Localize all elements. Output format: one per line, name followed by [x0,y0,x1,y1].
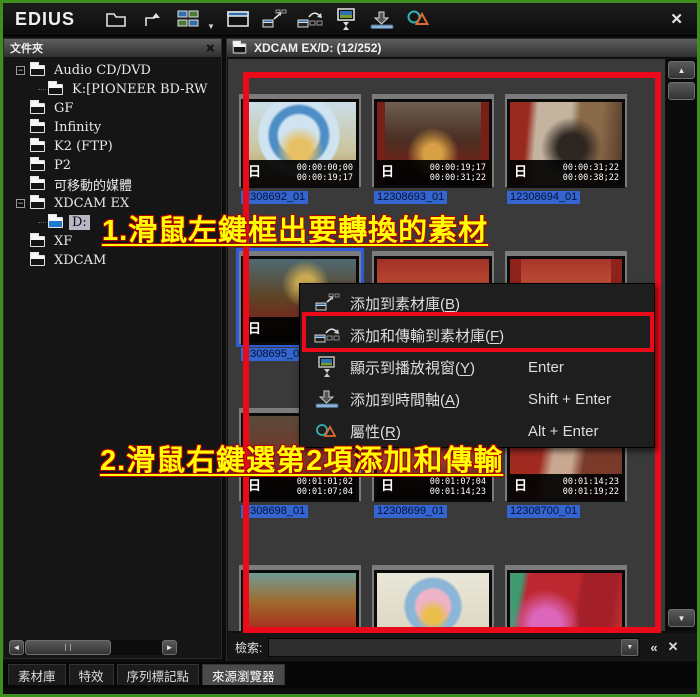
tree-item-removable-media[interactable]: 可移動的媒體 [8,175,219,194]
folder-icon [48,84,63,95]
show-in-player-icon [312,356,342,378]
tab-effects[interactable]: 特效 [69,664,114,685]
add-to-bin-icon[interactable] [259,6,289,32]
view-thumbnails-icon[interactable] [173,6,203,32]
selected-tree-label: D: [69,215,90,230]
annotation-item-rectangle [302,312,654,352]
clip-browser-title: XDCAM EX/D: (12/252) [254,41,381,55]
scroll-left-icon[interactable]: ◄ [9,640,24,655]
collapse-icon[interactable]: − [16,199,25,208]
panel-tabs: 素材庫 特效 序列標記點 來源瀏覽器 [3,662,697,688]
tab-sequence-markers[interactable]: 序列標記點 [117,664,200,685]
open-folder-icon [48,217,63,228]
tree-item-audio-cd-dvd[interactable]: − Audio CD/DVD [8,61,219,80]
folder-icon [30,103,45,114]
tree-item-gf[interactable]: GF [8,99,219,118]
view-dropdown-caret-icon[interactable]: ▼ [207,22,215,35]
tab-bin[interactable]: 素材庫 [8,664,66,685]
edius-window: EDIUS ▼ [0,0,700,697]
folder-panel-header: 文件夾 ✕ [4,39,221,57]
folder-up-icon[interactable] [137,6,167,32]
collapse-search-icon[interactable]: « [650,640,657,655]
scroll-up-icon[interactable]: ▲ [668,61,695,79]
tree-item-pioneer-bdrw[interactable]: K:[PIONEER BD-RW [8,80,219,99]
folder-icon [30,160,45,171]
tree-item-xdcam[interactable]: XDCAM [8,251,219,270]
search-bar: 檢索: ▼ « ✕ [228,633,700,661]
search-label: 檢索: [235,639,262,656]
folder-icon [30,122,45,133]
add-to-bin-icon [312,293,342,313]
scroll-down-icon[interactable]: ▼ [668,609,695,627]
folder-icon [30,179,45,190]
show-in-player-icon[interactable] [331,6,361,32]
folder-icon [30,141,45,152]
folder-panel-close-icon[interactable]: ✕ [206,42,215,55]
menu-item-show-in-player[interactable]: 顯示到播放視窗(Y) Enter [300,351,654,383]
scrollbar-thumb[interactable] [25,640,111,655]
add-and-transfer-icon[interactable] [295,6,325,32]
menu-item-add-to-timeline[interactable]: 添加到時間軸(A) Shift + Enter [300,383,654,415]
sidebar-horizontal-scrollbar[interactable]: ◄ ► [9,640,177,655]
toolbar: EDIUS ▼ [3,3,697,36]
tree-item-p2[interactable]: P2 [8,156,219,175]
scroll-right-icon[interactable]: ► [162,640,177,655]
close-search-icon[interactable]: ✕ [668,639,679,655]
open-folder-icon[interactable] [101,6,131,32]
search-dropdown-icon[interactable]: ▼ [621,639,638,656]
folder-icon [30,236,45,247]
folder-icon [30,65,45,76]
app-logo: EDIUS [15,9,75,30]
tab-source-browser[interactable]: 來源瀏覽器 [202,664,285,685]
collapse-icon[interactable]: − [16,66,25,75]
tree-connector [38,222,46,223]
annotation-step1: 1.滑鼠左鍵框出要轉換的素材 [102,207,488,249]
tree-item-k2-ftp[interactable]: K2 (FTP) [8,137,219,156]
search-box: ▼ [268,638,640,657]
tree-connector [38,89,46,90]
folder-icon [30,255,45,266]
annotation-step2: 2.滑鼠右鍵選第2項添加和傳輸 [100,437,503,479]
folder-panel: 文件夾 ✕ − Audio CD/DVD K:[PIONEER BD-RW GF… [3,38,222,659]
context-menu: 添加到素材庫(B) 添加和傳輸到素材庫(F) 顯示到播放視窗(Y) Enter … [299,283,655,448]
scrollbar-thumb[interactable] [668,82,695,100]
window-layout-icon[interactable] [223,6,253,32]
tree-item-infinity[interactable]: Infinity [8,118,219,137]
window-close-icon[interactable]: ✕ [670,10,683,28]
folder-panel-title: 文件夾 [10,40,43,56]
vertical-scrollbar[interactable]: ▲ ▼ [666,59,697,631]
clip-browser-header: XDCAM EX/D: (12/252) [227,39,699,57]
search-input[interactable] [269,639,621,656]
properties-icon[interactable] [403,6,433,32]
folder-icon [30,198,45,209]
add-to-timeline-icon [312,389,342,409]
folder-icon [233,43,247,53]
add-to-timeline-icon[interactable] [367,6,397,32]
